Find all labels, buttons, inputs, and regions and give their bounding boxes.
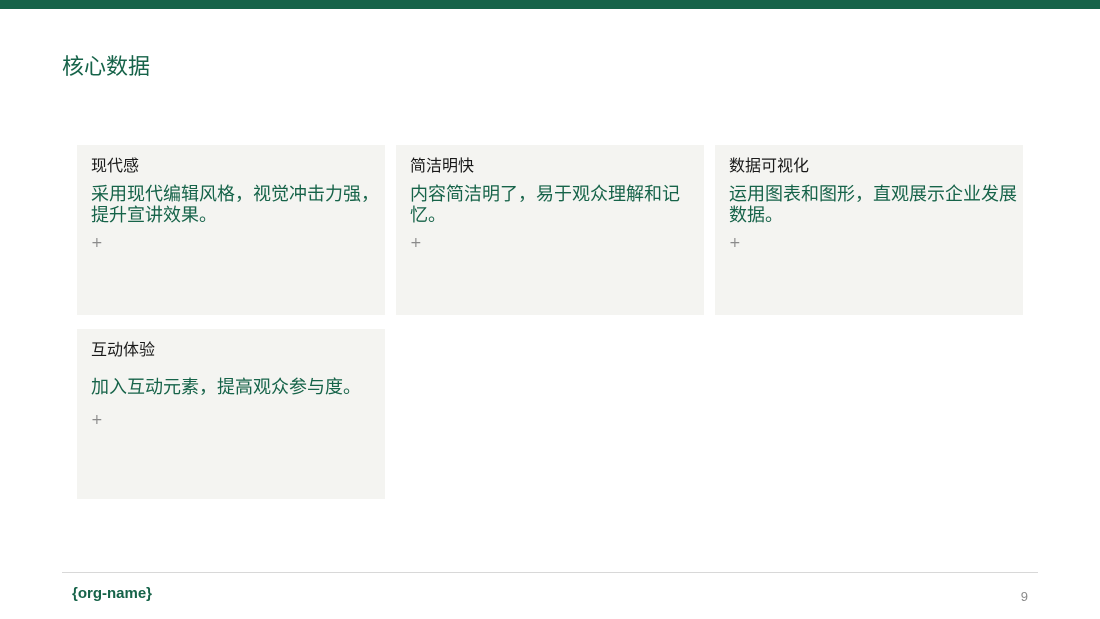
card-description: 内容简洁明了，易于观众理解和记忆。 bbox=[410, 184, 680, 226]
card-title: 现代感 bbox=[91, 156, 140, 175]
feature-card-visualization: 数据可视化 运用图表和图形，直观展示企业发展数据。 + bbox=[715, 145, 1023, 315]
page-title: 核心数据 bbox=[62, 55, 151, 80]
card-title: 数据可视化 bbox=[729, 156, 810, 175]
card-description: 加入互动元素，提高观众参与度。 bbox=[91, 377, 361, 398]
feature-card-interaction: 互动体验 加入互动元素，提高观众参与度。 + bbox=[77, 329, 385, 499]
plus-icon[interactable]: + bbox=[91, 234, 385, 252]
plus-icon[interactable]: + bbox=[91, 411, 385, 429]
feature-card-concise: 简洁明快 内容简洁明了，易于观众理解和记忆。 + bbox=[396, 145, 704, 315]
card-description: 运用图表和图形，直观展示企业发展数据。 bbox=[729, 184, 1017, 226]
top-accent-bar bbox=[0, 0, 1100, 9]
card-title: 互动体验 bbox=[91, 340, 156, 359]
card-description: 采用现代编辑风格，视觉冲击力强，提升宣讲效果。 bbox=[91, 184, 379, 226]
plus-icon[interactable]: + bbox=[729, 234, 1023, 252]
card-title: 简洁明快 bbox=[410, 156, 475, 175]
footer-org-name: {org-name} bbox=[72, 585, 153, 602]
plus-icon[interactable]: + bbox=[410, 234, 704, 252]
footer-divider bbox=[62, 572, 1038, 573]
feature-card-modern: 现代感 采用现代编辑风格，视觉冲击力强，提升宣讲效果。 + bbox=[77, 145, 385, 315]
page-number: 9 bbox=[1020, 589, 1028, 604]
